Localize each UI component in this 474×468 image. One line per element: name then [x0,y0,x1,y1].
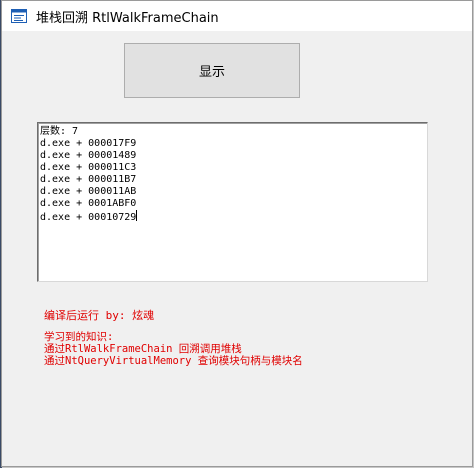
output-line: 层数: 7 [40,126,79,137]
output-line: d.exe + 000017F9 [40,138,137,149]
output-line: d.exe + 00001489 [40,150,137,161]
output-lines: 层数: 7 d.exe + 000017F9 d.exe + 00001489 d.e… [40,126,425,223]
output-line: d.exe + 000011AB [40,186,137,197]
output-line: d.exe + 000011C3 [40,162,137,173]
output-line: d.exe + 000011B7 [40,174,137,185]
note-line: 通过RtlWalkFrameChain 回溯调用堆栈 [44,343,242,355]
show-button[interactable]: 显示 [124,43,300,98]
notes-label: 学习到的知识: 通过RtlWalkFrameChain 回溯调用堆栈 通过NtQue… [44,331,303,367]
credit-label: 编译后运行 by: 炫魂 [44,309,155,322]
title-bar[interactable]: 堆栈回溯 RtlWalkFrameChain [2,1,472,31]
app-window-icon [11,8,27,24]
output-line: d.exe + 00010729 [40,210,138,223]
window-title: 堆栈回溯 RtlWalkFrameChain [36,11,219,26]
text-caret [136,210,138,221]
output-line: d.exe + 0001ABF0 [40,198,137,209]
note-line: 学习到的知识: [44,331,114,343]
note-line: 通过NtQueryVirtualMemory 查询模块句柄与模块名 [44,355,303,367]
output-textbox[interactable]: 层数: 7 d.exe + 000017F9 d.exe + 00001489 d.e… [37,122,428,282]
main-window: 堆栈回溯 RtlWalkFrameChain 显示 层数: 7 d.exe + 0… [1,0,473,467]
